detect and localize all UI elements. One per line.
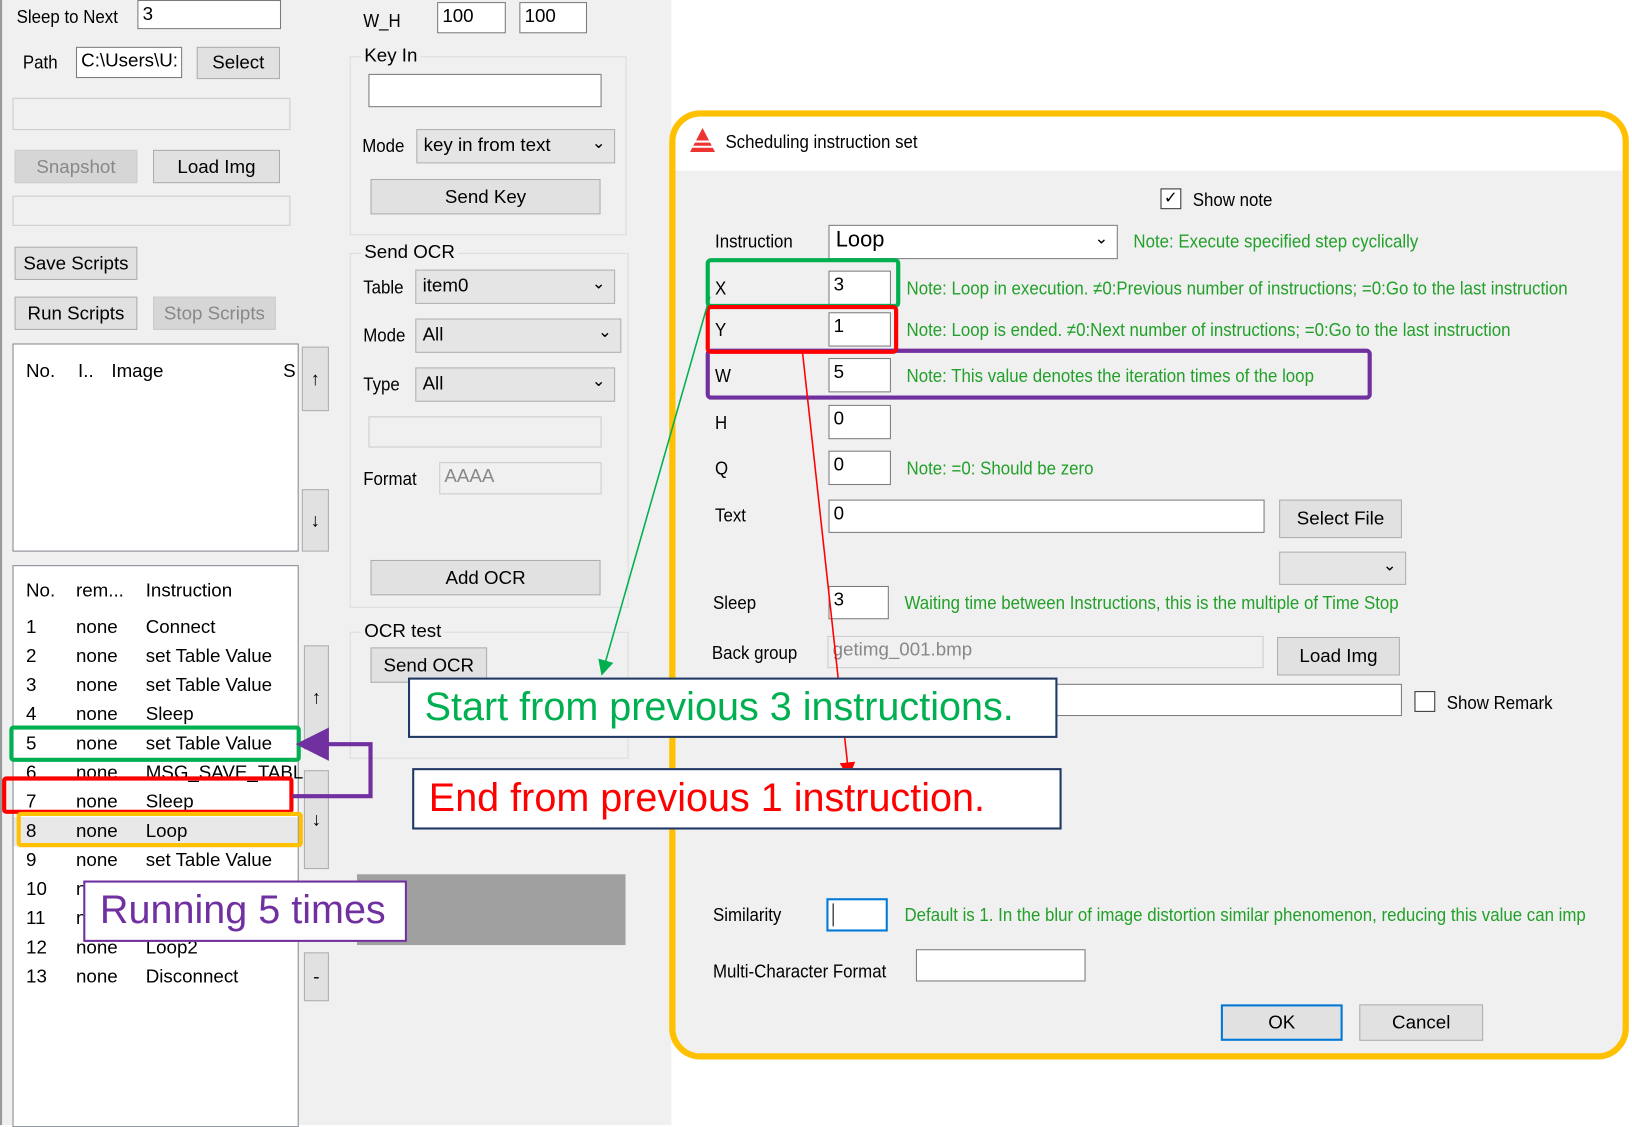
green-pointer-line [598, 296, 711, 676]
highlight-x-field [705, 258, 901, 309]
screenshot: Sleep to Next 3 Path C:\Users\U: Select … [0, 0, 1632, 1127]
loop-back-arrow [292, 727, 373, 799]
start-callout: Start from previous 3 instructions. [407, 677, 1058, 738]
highlight-row-7 [2, 776, 294, 814]
highlight-row-5 [9, 725, 301, 762]
highlight-y-field [705, 304, 899, 354]
annotation-overlay [2, 258, 1372, 848]
end-callout: End from previous 1 instruction. [412, 768, 1062, 830]
running-callout: Running 5 times [83, 880, 407, 942]
highlight-row-8 [16, 811, 303, 848]
